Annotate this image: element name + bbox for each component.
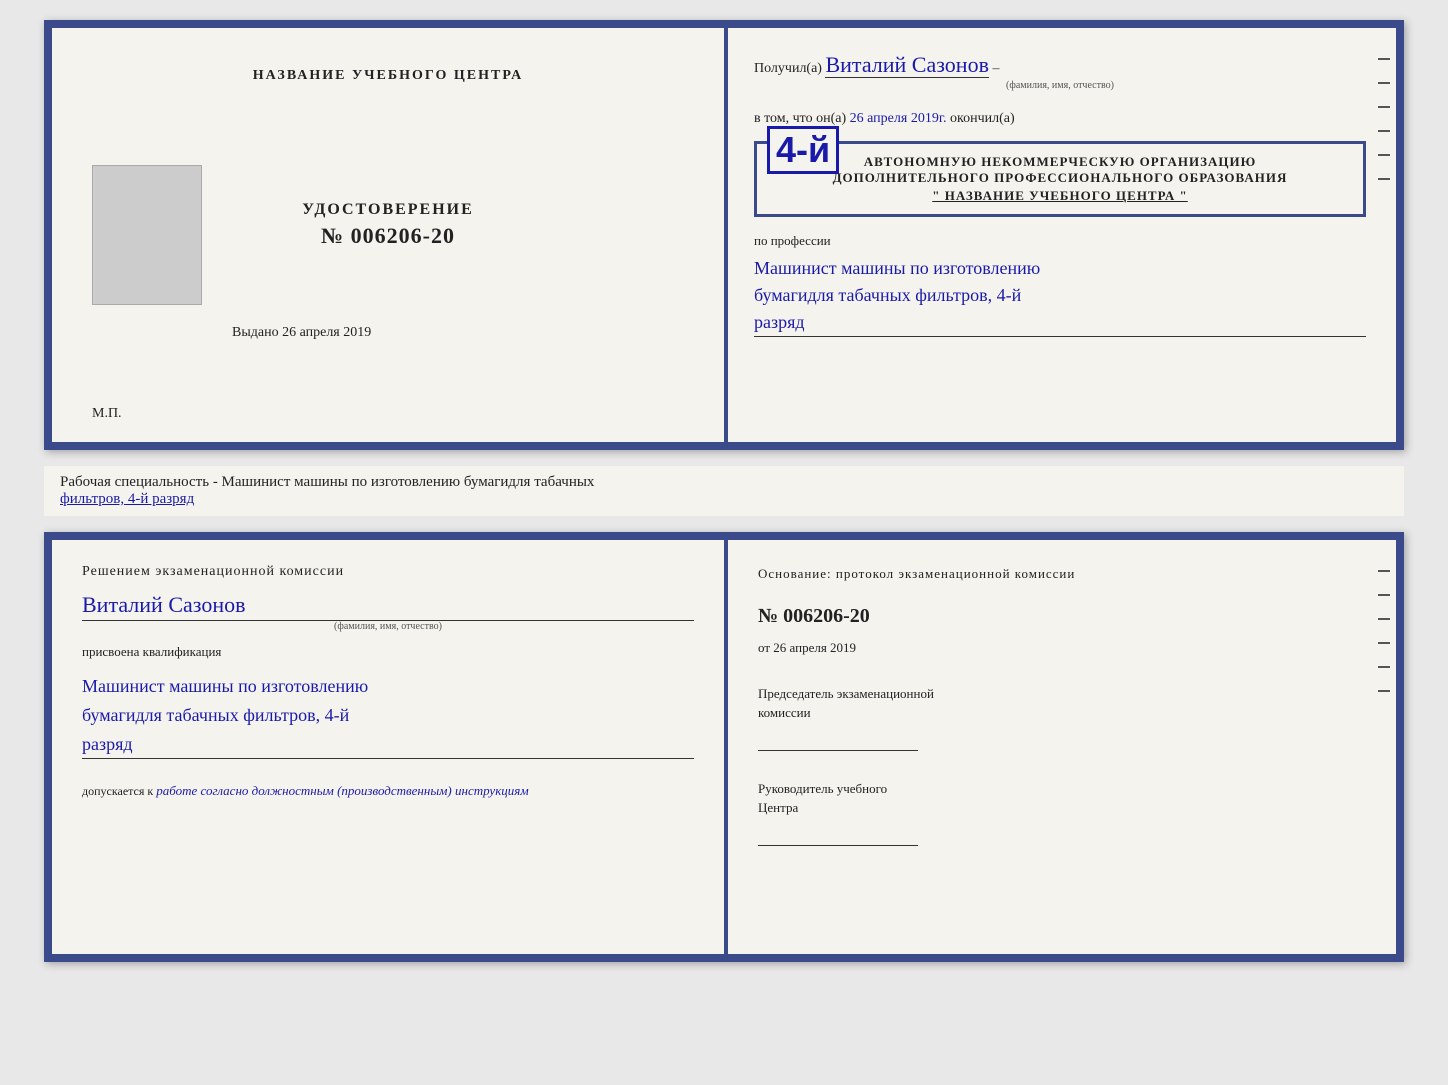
predsedatel-block: Председатель экзаменационной комиссии xyxy=(758,684,1366,751)
ot-block: от 26 апреля 2019 xyxy=(758,640,1366,656)
vtom-date: 26 апреля 2019г. xyxy=(850,111,947,126)
middle-text-underlined: фильтров, 4-й разряд xyxy=(60,491,194,507)
bottom-certificate: Решением экзаменационной комиссии Витали… xyxy=(44,532,1404,962)
bottom-profession: Машинист машины по изготовлению бумагидл… xyxy=(82,672,694,759)
poluchil-subtitle: (фамилия, имя, отчество) xyxy=(754,80,1366,91)
side-mark-3 xyxy=(1378,106,1390,108)
side-mark-6 xyxy=(1378,178,1390,180)
rukov-label: Руководитель учебного Центра xyxy=(758,779,1366,818)
vydano-label: Выдано xyxy=(232,325,279,340)
side-mark2-3 xyxy=(1378,618,1390,620)
dopuskaetsya-block: допускается к работе согласно должностны… xyxy=(82,783,694,799)
stamp-line1: АВТОНОМНУЮ НЕКОММЕРЧЕСКУЮ ОРГАНИЗАЦИЮ xyxy=(771,154,1349,170)
top-certificate: НАЗВАНИЕ УЧЕБНОГО ЦЕНТРА УДОСТОВЕРЕНИЕ №… xyxy=(44,20,1404,450)
stamp-box: 4-й АВТОНОМНУЮ НЕКОММЕРЧЕСКУЮ ОРГАНИЗАЦИ… xyxy=(754,141,1366,217)
side-marks xyxy=(1378,58,1390,180)
dopuskaetsya-label: допускается к xyxy=(82,784,153,798)
bottom-cert-left: Решением экзаменационной комиссии Витали… xyxy=(52,540,724,954)
vydano-block: Выдано 26 апреля 2019 xyxy=(232,325,371,341)
profession-line3: разряд xyxy=(754,312,805,332)
po-professii-label: по профессии xyxy=(754,233,1366,249)
dopuskaetsya-value: работе согласно должностным (производств… xyxy=(156,783,528,798)
bottom-prof-line2: бумагидля табачных фильтров, 4-й xyxy=(82,705,349,725)
school-name-title: НАЗВАНИЕ УЧЕБНОГО ЦЕНТРА xyxy=(253,68,523,84)
osnov-label: Основание: протокол экзаменационной коми… xyxy=(758,564,1366,585)
poluchil-block: Получил(а) Виталий Сазонов – (фамилия, и… xyxy=(754,52,1366,91)
poluchil-label: Получил(а) xyxy=(754,61,822,76)
ot-date: 26 апреля 2019 xyxy=(773,640,856,655)
side-mark2-2 xyxy=(1378,594,1390,596)
side-mark-2 xyxy=(1378,82,1390,84)
poluchil-name: Виталий Сазонов xyxy=(825,52,988,78)
side-mark-4 xyxy=(1378,130,1390,132)
side-mark2-5 xyxy=(1378,666,1390,668)
resheniem-label: Решением экзаменационной комиссии xyxy=(82,564,694,580)
stamp-line3: " НАЗВАНИЕ УЧЕБНОГО ЦЕНТРА " xyxy=(771,188,1349,204)
vtom-label: в том, что он(а) xyxy=(754,111,846,126)
bottom-name: Виталий Сазонов xyxy=(82,592,694,621)
udostoverenie-label: УДОСТОВЕРЕНИЕ xyxy=(302,201,474,219)
bottom-cert-right: Основание: протокол экзаменационной коми… xyxy=(724,540,1396,954)
bottom-number: № 006206-20 xyxy=(758,605,1366,628)
rukov-sign-line xyxy=(758,822,918,846)
prisvoyena-label: присвоена квалификация xyxy=(82,644,694,660)
mp-label: М.П. xyxy=(92,406,122,422)
vydano-date: 26 апреля 2019 xyxy=(282,325,371,340)
profession-line1: Машинист машины по изготовлению xyxy=(754,258,1040,278)
right-side-marks2 xyxy=(1378,570,1390,692)
side-mark-1 xyxy=(1378,58,1390,60)
vtom-block: в том, что он(а) 26 апреля 2019г. окончи… xyxy=(754,111,1366,127)
side-mark2-4 xyxy=(1378,642,1390,644)
bottom-prof-line1: Машинист машины по изготовлению xyxy=(82,676,368,696)
cert-number: № 006206-20 xyxy=(302,223,474,249)
stamp-line2: ДОПОЛНИТЕЛЬНОГО ПРОФЕССИОНАЛЬНОГО ОБРАЗО… xyxy=(771,170,1349,186)
name-block: Виталий Сазонов (фамилия, имя, отчество) xyxy=(82,588,694,632)
profession-line2: бумагидля табачных фильтров, 4-й xyxy=(754,285,1021,305)
photo-placeholder xyxy=(92,165,202,305)
top-cert-right: Получил(а) Виталий Сазонов – (фамилия, и… xyxy=(724,28,1396,442)
bottom-name-subtitle: (фамилия, имя, отчество) xyxy=(82,621,694,632)
ot-label: от xyxy=(758,640,770,655)
middle-text-block: Рабочая специальность - Машинист машины … xyxy=(44,466,1404,516)
udostoverenie-block: УДОСТОВЕРЕНИЕ № 006206-20 xyxy=(302,201,474,249)
bottom-prof-line3: разряд xyxy=(82,734,133,754)
side-mark2-1 xyxy=(1378,570,1390,572)
predsedatel-sign-line xyxy=(758,727,918,751)
razryad-num: 4-й xyxy=(767,126,839,174)
rukov-block: Руководитель учебного Центра xyxy=(758,779,1366,846)
side-mark-5 xyxy=(1378,154,1390,156)
okonchil-label: окончил(а) xyxy=(950,111,1015,126)
profession-text: Машинист машины по изготовлению бумагидл… xyxy=(754,255,1366,337)
middle-text-prefix: Рабочая специальность - Машинист машины … xyxy=(60,474,594,490)
top-cert-left: НАЗВАНИЕ УЧЕБНОГО ЦЕНТРА УДОСТОВЕРЕНИЕ №… xyxy=(52,28,724,442)
side-mark2-6 xyxy=(1378,690,1390,692)
predsedatel-label: Председатель экзаменационной комиссии xyxy=(758,684,1366,723)
